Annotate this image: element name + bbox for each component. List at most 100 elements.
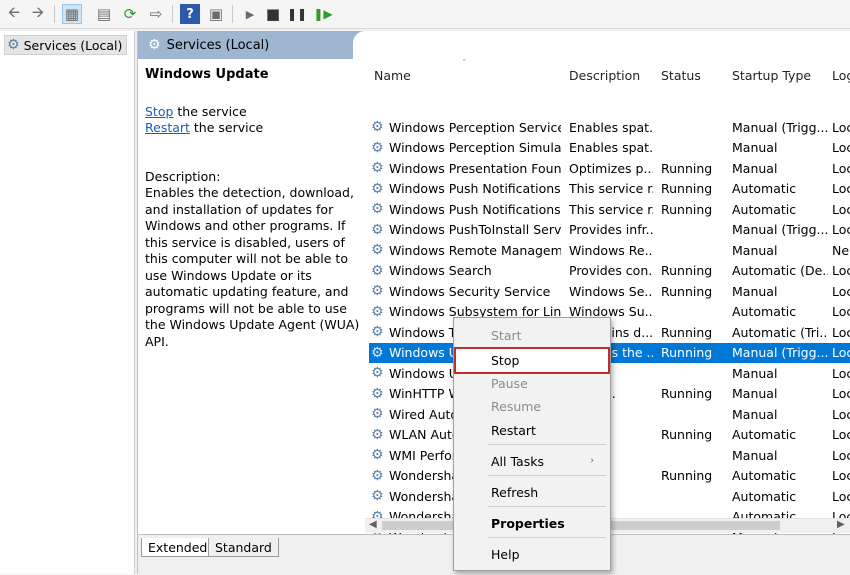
service-description: Provides con... [569, 263, 653, 279]
menu-item-start[interactable]: Start [456, 324, 608, 346]
service-description: Windows Re... [569, 242, 653, 258]
column-header-name[interactable]: Name [374, 59, 411, 91]
service-name: Windows Perception Simulat... [389, 140, 561, 156]
service-gear-icon: ⚙ [371, 140, 384, 155]
service-description: Enables spat... [569, 119, 653, 135]
pause-service-icon[interactable]: ❚❚ [287, 4, 307, 24]
stop-service-icon[interactable]: ■ [263, 4, 283, 24]
service-log-on-as: Loc [832, 345, 850, 361]
tab-standard[interactable]: Standard [208, 538, 279, 557]
forward-arrow-icon[interactable]: 🡪 [28, 3, 48, 24]
pane-title: Services (Local) [166, 37, 270, 53]
service-gear-icon: ⚙ [371, 304, 384, 319]
service-gear-icon: ⚙ [371, 243, 384, 258]
tree-item-services-local[interactable]: ⚙ Services (Local) [4, 35, 128, 55]
menu-item-all-tasks[interactable]: All Tasks › [456, 450, 608, 472]
menu-item-help[interactable]: Help [456, 543, 608, 565]
menu-item-stop[interactable]: Stop [454, 347, 610, 374]
sort-ascending-icon: ˆ [462, 59, 467, 69]
restart-service-link[interactable]: Restart [145, 120, 190, 135]
service-log-on-as: Loc [832, 427, 850, 443]
gear-icon: ⚙ [148, 37, 161, 53]
column-header-log-on-as[interactable]: Log [832, 59, 850, 91]
properties-icon[interactable]: ▤ [94, 4, 114, 24]
service-gear-icon: ⚙ [371, 468, 384, 483]
selected-service-name: Windows Update [145, 67, 269, 82]
service-log-on-as: Loc [832, 304, 850, 320]
table-row[interactable]: ⚙ Windows Push Notifications... This servi… [369, 199, 850, 220]
toolbar-separator [54, 5, 55, 23]
menu-item-pause[interactable]: Pause [456, 372, 608, 394]
service-log-on-as: Loc [832, 222, 850, 238]
service-gear-icon: ⚙ [371, 448, 384, 463]
service-log-on-as: Loc [832, 386, 850, 402]
table-row[interactable]: ⚙ Windows Security Service Windows Se... Ru… [369, 281, 850, 302]
service-gear-icon: ⚙ [371, 202, 384, 217]
help-icon[interactable]: ? [180, 4, 200, 24]
service-name: Windows Push Notifications... [389, 181, 561, 197]
service-description: Windows Se... [569, 283, 653, 299]
service-log-on-as: Loc [832, 324, 850, 340]
service-status: Running [661, 160, 713, 176]
column-header-description[interactable]: Description [569, 59, 640, 91]
service-log-on-as: Loc [832, 283, 850, 299]
table-row[interactable]: ⚙ Windows Push Notifications... This servi… [369, 179, 850, 200]
service-startup-type: Manual (Trigg... [732, 222, 828, 238]
export-list-icon[interactable]: ⇨ [146, 4, 166, 24]
menu-item-all-tasks-label: All Tasks [491, 453, 544, 469]
menu-item-restart[interactable]: Restart [456, 419, 608, 441]
stop-service-link[interactable]: Stop [145, 104, 173, 119]
service-name: Windows Security Service [389, 283, 551, 299]
service-startup-type: Manual [732, 406, 778, 422]
service-startup-type: Automatic [732, 488, 797, 504]
menu-separator [488, 444, 606, 445]
toolbar: 🡨 🡪 ▦ ▤ ⟳ ⇨ ? ▣ ▶ ■ ❚❚ ❚▶ [0, 0, 850, 29]
service-gear-icon: ⚙ [371, 386, 384, 401]
stop-line: Stop the service [145, 104, 363, 121]
table-row[interactable]: ⚙ Windows PushToInstall Servi... Provides … [369, 220, 850, 241]
description-label: Description: [145, 168, 221, 184]
service-status: Running [661, 324, 713, 340]
service-startup-type: Automatic [732, 468, 797, 484]
table-row[interactable]: ⚙ Windows Perception Simulat... Enables sp… [369, 138, 850, 159]
service-status: Running [661, 283, 713, 299]
service-gear-icon: ⚙ [371, 263, 384, 278]
stop-line-suffix: the service [173, 103, 247, 119]
column-header-startup-type[interactable]: Startup Type [732, 59, 811, 91]
table-row[interactable]: ⚙ Windows Search Provides con... Running Aut… [369, 261, 850, 282]
menu-item-resume[interactable]: Resume [456, 395, 608, 417]
table-row[interactable]: ⚙ Windows Remote Managem... Windows Re... M… [369, 240, 850, 261]
service-log-on-as: Loc [832, 447, 850, 463]
menu-item-refresh[interactable]: Refresh [456, 481, 608, 503]
service-name: Windows Presentation Foun... [389, 160, 561, 176]
table-row[interactable]: ⚙ Windows Presentation Foun... Optimizes p… [369, 158, 850, 179]
service-gear-icon: ⚙ [371, 284, 384, 299]
column-header-status[interactable]: Status [661, 59, 701, 91]
service-log-on-as: Loc [832, 201, 850, 217]
table-row[interactable]: ⚙ Windows Perception Service Enables spat.… [369, 117, 850, 138]
tab-extended[interactable]: Extended [141, 538, 215, 557]
service-description: This service r... [569, 181, 653, 197]
restart-line: Restart the service [145, 120, 363, 137]
service-log-on-as: Loc [832, 263, 850, 279]
scroll-right-icon[interactable]: ▶ [837, 519, 845, 530]
menu-item-properties[interactable]: Properties [456, 512, 608, 534]
restart-service-icon[interactable]: ❚▶ [313, 4, 333, 24]
refresh-icon[interactable]: ⟳ [120, 4, 140, 24]
service-gear-icon: ⚙ [371, 181, 384, 196]
console-tree-icon[interactable]: ▦ [62, 4, 82, 24]
service-gear-icon: ⚙ [371, 427, 384, 442]
action-pane-icon[interactable]: ▣ [206, 4, 226, 24]
service-startup-type: Automatic [732, 427, 797, 443]
service-gear-icon: ⚙ [371, 489, 384, 504]
service-gear-icon: ⚙ [371, 222, 384, 237]
toolbar-separator [172, 5, 173, 23]
service-description: Enables spat... [569, 140, 653, 156]
toolbar-separator [232, 5, 233, 23]
service-status: Running [661, 468, 713, 484]
service-status: Running [661, 345, 713, 361]
service-log-on-as: Loc [832, 119, 850, 135]
scroll-left-icon[interactable]: ◀ [369, 519, 377, 530]
back-arrow-icon[interactable]: 🡨 [4, 3, 24, 24]
start-service-icon[interactable]: ▶ [240, 4, 260, 24]
